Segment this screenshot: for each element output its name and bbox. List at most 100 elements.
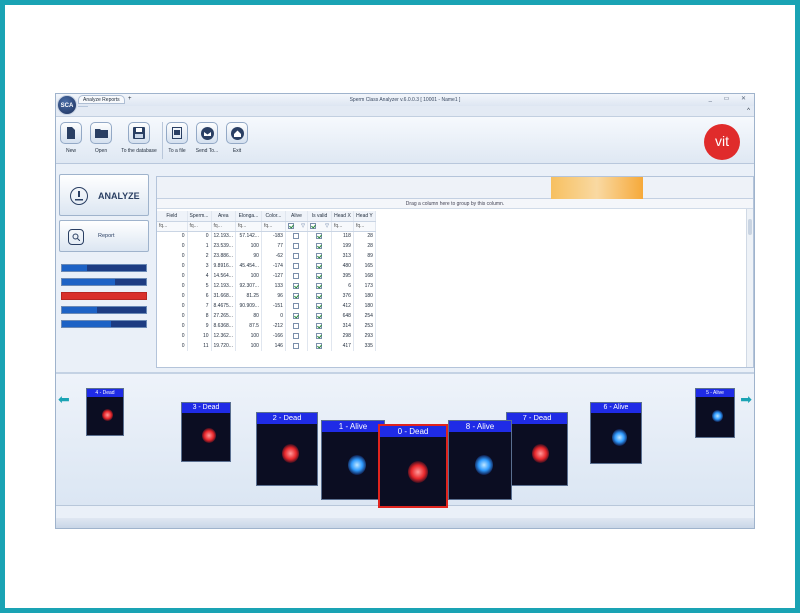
column-header[interactable]: Alive xyxy=(285,211,308,222)
filter-cell[interactable]: fq... xyxy=(157,221,188,232)
exit-button[interactable]: Exit xyxy=(225,122,249,159)
table-cell[interactable] xyxy=(285,251,308,261)
app-logo-button[interactable]: SCA xyxy=(57,95,77,115)
table-row[interactable]: 0 8 27.265... 80 0 648 254 xyxy=(157,311,376,321)
send-to-button[interactable]: Send To... xyxy=(193,122,221,159)
group-by-area[interactable]: Drag a column here to group by this colu… xyxy=(157,199,753,209)
alive-checkbox[interactable] xyxy=(293,282,300,289)
column-header[interactable]: Elonga... xyxy=(235,211,262,222)
save-to-database-button[interactable]: To the database xyxy=(118,122,160,159)
table-row[interactable]: 0 3 9.8916... 45.454... -174 480 165 xyxy=(157,261,376,271)
is-valid-checkbox[interactable] xyxy=(316,282,323,289)
table-row[interactable]: 0 1 23.539... 100 77 199 28 xyxy=(157,241,376,251)
column-header[interactable]: Sperm... xyxy=(187,211,212,222)
filter-checkbox[interactable] xyxy=(287,222,294,229)
scrollbar-thumb[interactable] xyxy=(748,219,752,235)
window-controls[interactable]: _ ▭ ✕ xyxy=(709,94,751,105)
table-cell[interactable] xyxy=(307,241,332,251)
column-header[interactable]: Head Y xyxy=(353,211,376,222)
is-valid-checkbox[interactable] xyxy=(316,242,323,249)
alive-checkbox[interactable] xyxy=(293,332,300,339)
table-cell[interactable] xyxy=(307,301,332,311)
filter-cell[interactable]: fq... xyxy=(331,221,354,232)
table-row[interactable]: 0 10 12.362... 100 -166 298 293 xyxy=(157,331,376,341)
table-cell[interactable] xyxy=(307,321,332,331)
alive-checkbox[interactable] xyxy=(293,292,300,299)
sperm-thumbnail[interactable]: 3 - Dead xyxy=(181,402,231,462)
column-header[interactable]: Color... xyxy=(261,211,286,222)
is-valid-checkbox[interactable] xyxy=(316,262,323,269)
table-row[interactable]: 0 11 19.720... 100 146 417 335 xyxy=(157,341,376,351)
filter-cell[interactable]: fq... xyxy=(353,221,376,232)
filter-cell[interactable]: fq... xyxy=(235,221,262,232)
tab-spermatozoa[interactable] xyxy=(551,177,643,199)
table-cell[interactable] xyxy=(285,241,308,251)
table-cell[interactable] xyxy=(285,311,308,321)
table-cell[interactable] xyxy=(285,291,308,301)
gallery-previous-arrow-icon[interactable]: ⬅ xyxy=(58,391,70,408)
sperm-thumbnail[interactable]: 0 - Dead xyxy=(378,424,448,508)
sperm-thumbnail[interactable]: 8 - Alive xyxy=(448,420,512,500)
table-cell[interactable] xyxy=(307,261,332,271)
table-cell[interactable] xyxy=(285,341,308,351)
table-row[interactable]: 0 0 12.193... 57.142... -183 118 28 xyxy=(157,231,376,241)
table-cell[interactable] xyxy=(307,291,332,301)
table-cell[interactable] xyxy=(307,231,332,241)
filter-cell[interactable]: fq... xyxy=(187,221,212,232)
table-cell[interactable] xyxy=(307,251,332,261)
filter-cell[interactable]: ▽ xyxy=(307,221,332,232)
alive-checkbox[interactable] xyxy=(293,233,300,240)
table-cell[interactable] xyxy=(285,271,308,281)
is-valid-checkbox[interactable] xyxy=(316,292,323,299)
alive-checkbox[interactable] xyxy=(293,342,300,349)
table-row[interactable]: 0 2 23.886... 90 -62 313 89 xyxy=(157,251,376,261)
alive-checkbox[interactable] xyxy=(293,262,300,269)
table-cell[interactable] xyxy=(307,341,332,351)
export-to-file-button[interactable]: To a file xyxy=(165,122,189,159)
table-cell[interactable] xyxy=(285,301,308,311)
filter-cell[interactable]: fq... xyxy=(211,221,236,232)
column-header[interactable]: Head X xyxy=(331,211,354,222)
is-valid-checkbox[interactable] xyxy=(316,302,323,309)
filter-funnel-icon[interactable]: ▽ xyxy=(325,223,329,229)
alive-checkbox[interactable] xyxy=(293,302,300,309)
alive-checkbox[interactable] xyxy=(293,322,300,329)
sperm-thumbnail[interactable]: 5 - Alive xyxy=(695,388,735,438)
grid-vertical-scrollbar[interactable] xyxy=(746,209,753,367)
is-valid-checkbox[interactable] xyxy=(316,312,323,319)
is-valid-checkbox[interactable] xyxy=(316,342,323,349)
sperm-thumbnail[interactable]: 4 - Dead xyxy=(86,388,124,436)
table-cell[interactable] xyxy=(307,281,332,291)
sperm-thumbnail[interactable]: 2 - Dead xyxy=(256,412,318,486)
table-cell[interactable] xyxy=(285,331,308,341)
table-row[interactable]: 0 7 8.4675... 90.909... -151 412 180 xyxy=(157,301,376,311)
table-row[interactable]: 0 6 31.668... 81.25 96 376 180 xyxy=(157,291,376,301)
table-cell[interactable] xyxy=(285,321,308,331)
table-row[interactable]: 0 9 8.6368... 87.5 -212 314 253 xyxy=(157,321,376,331)
is-valid-checkbox[interactable] xyxy=(316,233,323,240)
ribbon-collapse-button[interactable]: ^ xyxy=(747,106,750,117)
is-valid-checkbox[interactable] xyxy=(316,272,323,279)
alive-checkbox[interactable] xyxy=(293,252,300,259)
is-valid-checkbox[interactable] xyxy=(316,252,323,259)
table-row[interactable]: 0 5 12.193... 92.307... 133 6 173 xyxy=(157,281,376,291)
sperm-thumbnail[interactable]: 1 - Alive xyxy=(321,420,385,500)
gallery-next-arrow-icon[interactable]: ➡ xyxy=(740,391,752,408)
analyze-button[interactable]: ANALYZE xyxy=(59,174,149,216)
table-cell[interactable] xyxy=(285,261,308,271)
table-cell[interactable] xyxy=(285,231,308,241)
alive-checkbox[interactable] xyxy=(293,272,300,279)
filter-funnel-icon[interactable]: ▽ xyxy=(301,223,305,229)
table-cell[interactable] xyxy=(307,271,332,281)
table-cell[interactable] xyxy=(307,331,332,341)
new-button[interactable]: New xyxy=(59,122,83,159)
sperm-thumbnail[interactable]: 7 - Dead xyxy=(506,412,568,486)
alive-checkbox[interactable] xyxy=(293,312,300,319)
filter-cell[interactable]: ▽ xyxy=(285,221,308,232)
sperm-thumbnail[interactable]: 6 - Alive xyxy=(590,402,642,464)
is-valid-checkbox[interactable] xyxy=(316,322,323,329)
column-header[interactable]: Is valid xyxy=(307,211,332,222)
alive-checkbox[interactable] xyxy=(293,242,300,249)
menu-file[interactable] xyxy=(78,106,88,107)
table-cell[interactable] xyxy=(307,311,332,321)
